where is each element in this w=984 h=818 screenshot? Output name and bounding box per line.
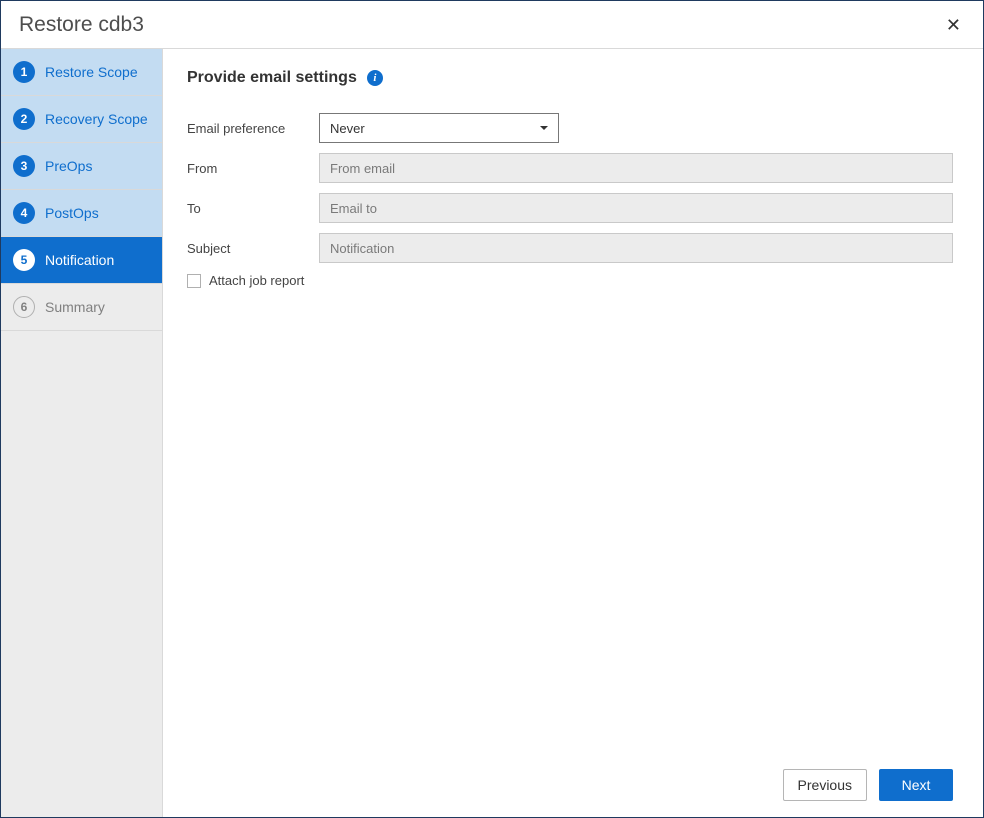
sidebar-step-postops[interactable]: 4 PostOps [1,190,162,237]
step-number: 6 [13,296,35,318]
form-content: Provide email settings i Email preferenc… [187,69,953,757]
subject-input[interactable] [319,233,953,263]
wizard-footer: Previous Next [187,757,953,801]
step-label: PreOps [45,158,92,174]
row-subject: Subject [187,233,953,263]
step-number: 1 [13,61,35,83]
main-panel: Provide email settings i Email preferenc… [163,49,983,817]
step-number: 5 [13,249,35,271]
step-label: Notification [45,252,114,268]
email-preference-value: Never [330,121,365,136]
step-label: Restore Scope [45,64,138,80]
window-body: 1 Restore Scope 2 Recovery Scope 3 PreOp… [1,49,983,817]
row-to: To [187,193,953,223]
step-number: 4 [13,202,35,224]
label-subject: Subject [187,241,319,256]
window-title: Restore cdb3 [19,13,144,37]
step-label: Summary [45,299,105,315]
label-to: To [187,201,319,216]
step-number: 2 [13,108,35,130]
info-icon[interactable]: i [367,70,383,86]
sidebar-step-restore-scope[interactable]: 1 Restore Scope [1,49,162,96]
row-from: From [187,153,953,183]
label-email-preference: Email preference [187,121,319,136]
step-label: Recovery Scope [45,111,148,127]
step-label: PostOps [45,205,99,221]
previous-button[interactable]: Previous [783,769,867,801]
next-button[interactable]: Next [879,769,953,801]
attach-report-checkbox[interactable] [187,274,201,288]
restore-wizard-window: Restore cdb3 ✕ 1 Restore Scope 2 Recover… [0,0,984,818]
row-email-preference: Email preference Never [187,113,953,143]
label-attach-report: Attach job report [209,273,304,288]
page-heading: Provide email settings [187,69,357,87]
email-preference-select[interactable]: Never [319,113,559,143]
sidebar-step-summary[interactable]: 6 Summary [1,284,162,331]
from-input[interactable] [319,153,953,183]
sidebar-step-preops[interactable]: 3 PreOps [1,143,162,190]
step-number: 3 [13,155,35,177]
sidebar-step-recovery-scope[interactable]: 2 Recovery Scope [1,96,162,143]
to-input[interactable] [319,193,953,223]
sidebar-step-notification[interactable]: 5 Notification [1,237,162,284]
label-from: From [187,161,319,176]
wizard-sidebar: 1 Restore Scope 2 Recovery Scope 3 PreOp… [1,49,163,817]
heading-row: Provide email settings i [187,69,953,87]
row-attach-report: Attach job report [187,273,953,288]
close-icon[interactable]: ✕ [940,12,967,38]
chevron-down-icon [540,126,548,130]
titlebar: Restore cdb3 ✕ [1,1,983,49]
